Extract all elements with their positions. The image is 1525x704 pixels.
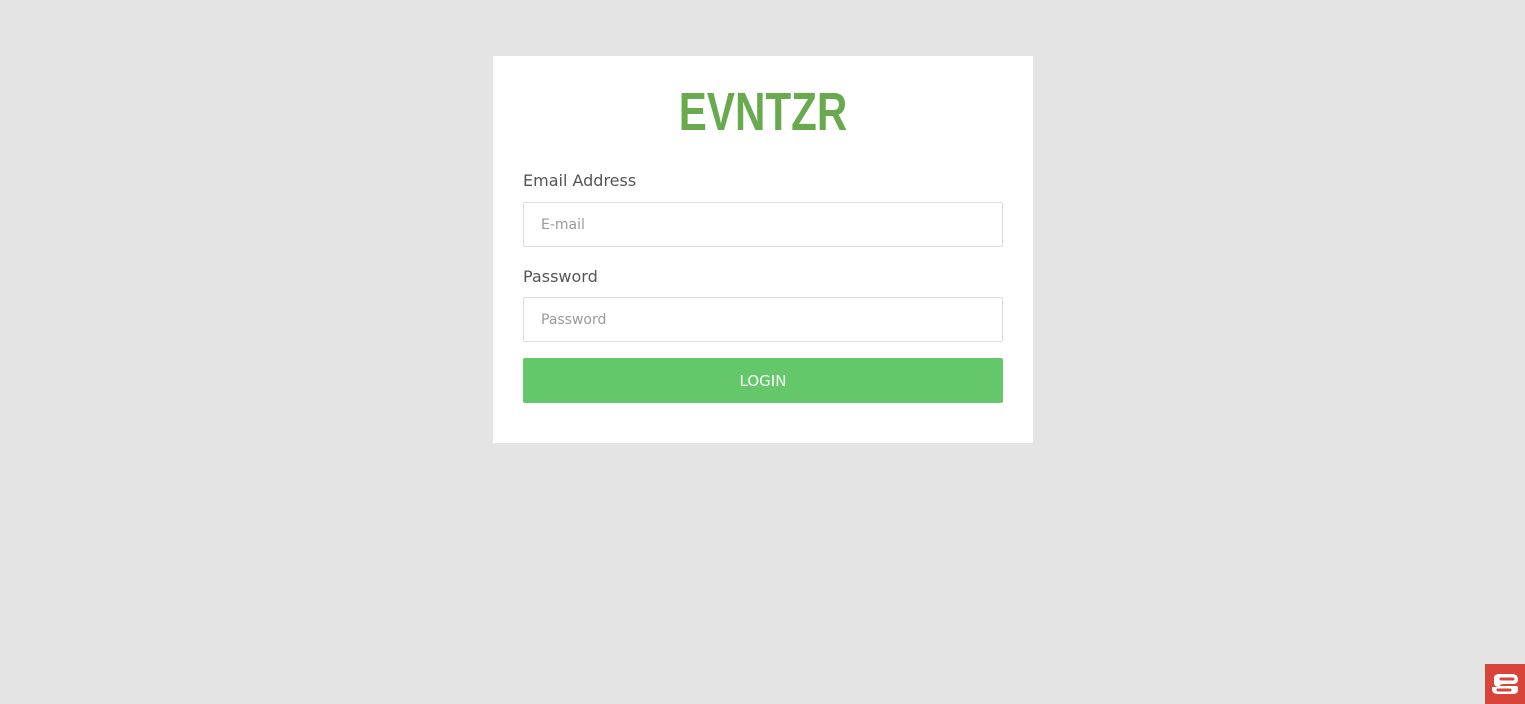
password-input[interactable] [523, 297, 1003, 342]
login-button[interactable]: LOGIN [523, 358, 1003, 403]
login-card: EVNTZR Email Address Password LOGIN [493, 56, 1033, 443]
email-label: Email Address [523, 171, 637, 190]
logo-text: EVNTZR [678, 82, 848, 142]
chat-support-icon [1492, 674, 1518, 694]
support-chat-button[interactable] [1485, 664, 1525, 704]
email-input[interactable] [523, 202, 1003, 247]
password-label: Password [523, 267, 598, 286]
logo: EVNTZR [493, 56, 1033, 144]
